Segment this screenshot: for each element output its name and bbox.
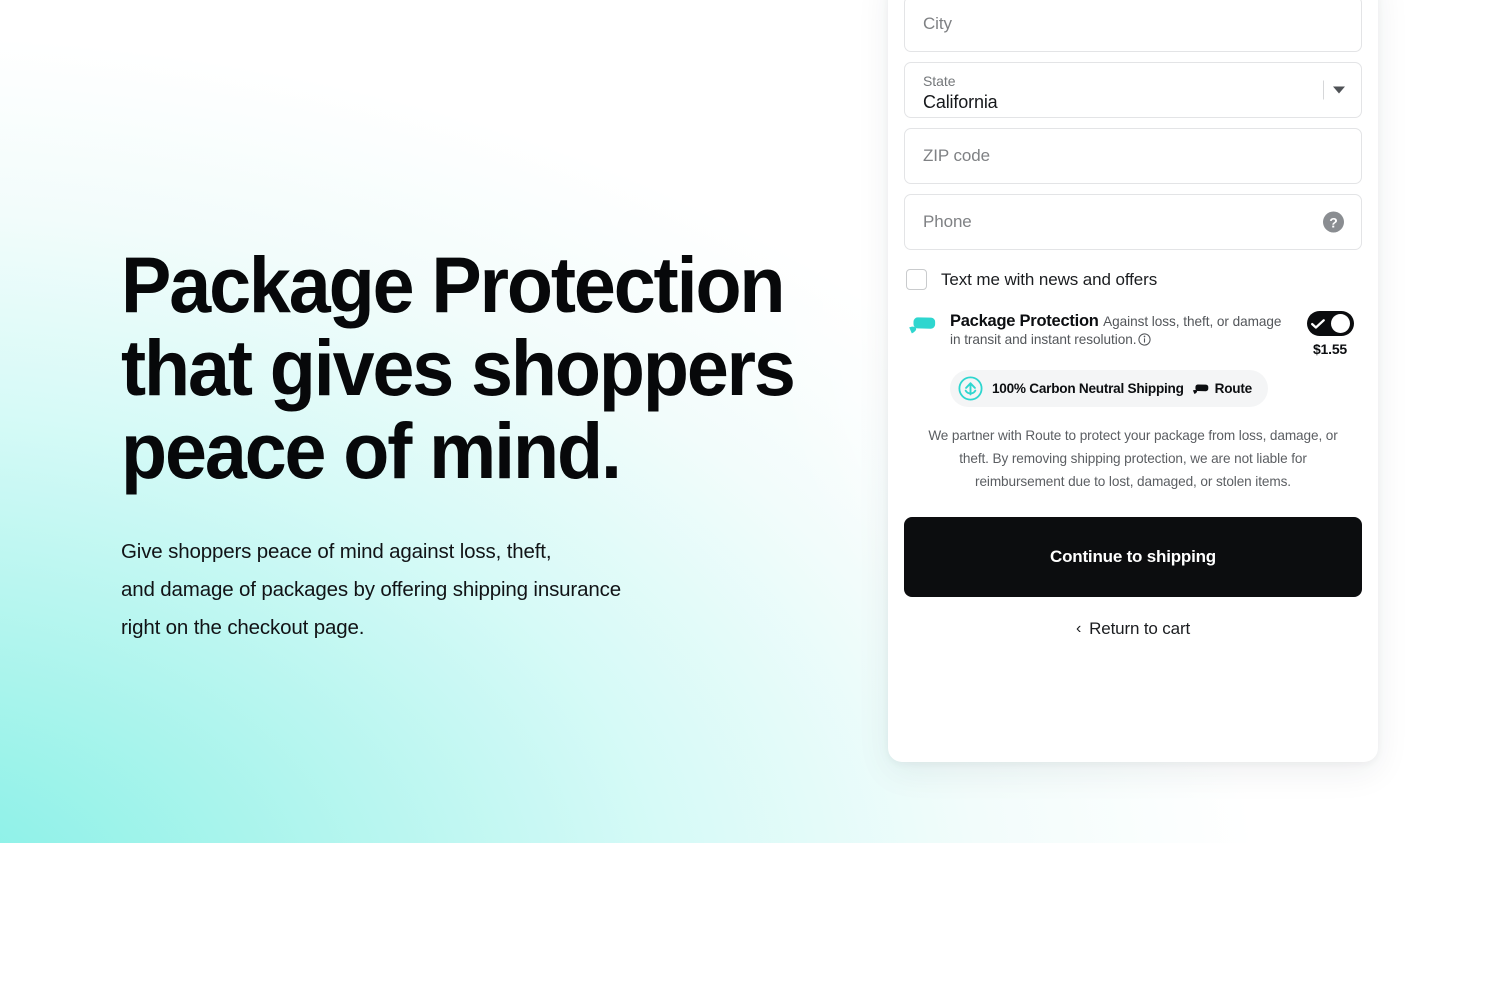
hero-gradient-panel: Package Protection that gives shoppers p… <box>0 0 1500 843</box>
checkout-card: City State California ZIP code Phone ? T… <box>888 0 1378 762</box>
carbon-badge-brand: Route <box>1191 381 1252 396</box>
page-title: Package Protection that gives shoppers p… <box>121 240 796 495</box>
hero-subcopy: Give shoppers peace of mind against loss… <box>121 540 621 639</box>
return-to-cart-link[interactable]: ‹ Return to cart <box>904 619 1362 639</box>
package-protection-toggle[interactable] <box>1306 311 1354 336</box>
phone-placeholder: Phone <box>923 212 972 231</box>
protection-disclaimer: We partner with Route to protect your pa… <box>928 428 1338 489</box>
sms-optin-checkbox[interactable] <box>906 269 927 290</box>
help-question-icon[interactable]: ? <box>1323 211 1344 233</box>
city-field[interactable]: City <box>904 0 1362 52</box>
footer: Route Legal. Licensed. Trusted. <box>0 843 1500 1000</box>
city-placeholder: City <box>923 14 952 33</box>
chevron-down-icon[interactable] <box>1323 80 1345 100</box>
package-protection-title: Package Protection <box>950 312 1099 330</box>
route-logo-icon-small <box>1192 384 1208 394</box>
zip-placeholder: ZIP code <box>923 146 990 165</box>
zip-field[interactable]: ZIP code <box>904 128 1362 184</box>
info-icon[interactable] <box>1138 333 1152 351</box>
return-to-cart-label: Return to cart <box>1089 619 1191 638</box>
check-icon <box>1310 318 1325 329</box>
continue-to-shipping-button[interactable]: Continue to shipping <box>904 517 1362 597</box>
carbon-neutral-badge: 100% Carbon Neutral Shipping Route <box>950 370 1268 407</box>
carbon-badge-label: 100% Carbon Neutral Shipping <box>992 381 1184 396</box>
state-select-value: California <box>923 92 998 112</box>
carbon-badge-text: 100% Carbon Neutral Shipping Route <box>992 381 1252 396</box>
chevron-left-icon: ‹ <box>1075 620 1082 637</box>
hero-copy-block: Package Protection that gives shoppers p… <box>121 243 841 647</box>
package-protection-controls: $1.55 <box>1298 311 1362 357</box>
package-protection-row: Package Protection Against loss, theft, … <box>906 311 1362 357</box>
select-divider <box>1323 80 1324 100</box>
carbon-arrow-up-icon <box>958 376 983 401</box>
state-select-label: State <box>923 73 956 89</box>
route-logo-icon <box>906 315 938 357</box>
page-root: Package Protection that gives shoppers p… <box>0 0 1500 1000</box>
caret-triangle <box>1333 86 1345 94</box>
phone-field[interactable]: Phone ? <box>904 194 1362 250</box>
sms-optin-row[interactable]: Text me with news and offers <box>906 269 1362 290</box>
toggle-knob <box>1330 314 1350 333</box>
sms-optin-label: Text me with news and offers <box>941 269 1158 289</box>
package-protection-price: $1.55 <box>1312 341 1348 357</box>
carbon-badge-brand-label: Route <box>1214 381 1253 396</box>
state-select[interactable]: State California <box>904 62 1362 118</box>
package-protection-body: Package Protection Against loss, theft, … <box>950 311 1286 357</box>
